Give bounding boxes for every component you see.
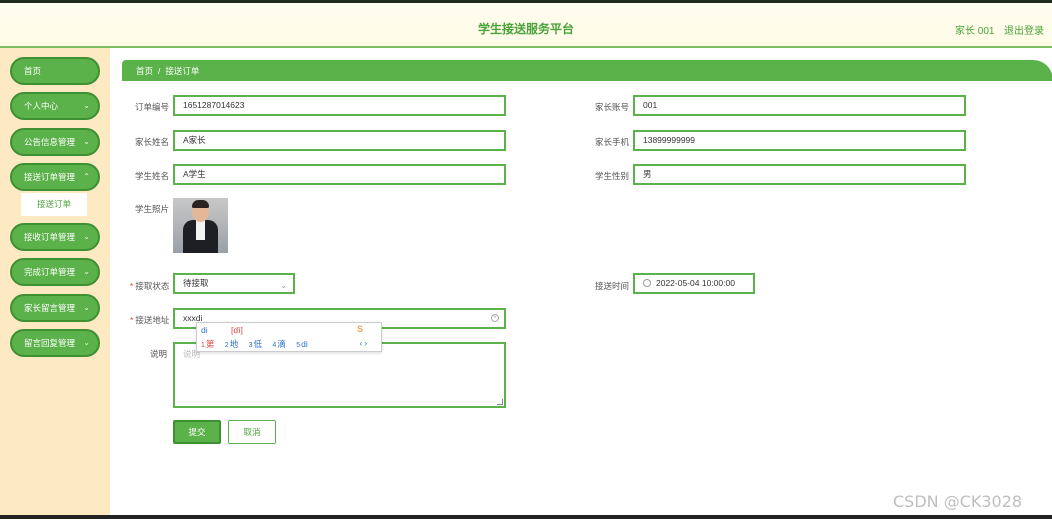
parent-phone-field[interactable]: 13899999999 bbox=[633, 130, 966, 151]
chevron-down-icon: ⌄ bbox=[83, 232, 90, 241]
sidebar-item-announcements[interactable]: 公告信息管理 ⌄ bbox=[10, 128, 100, 156]
student-photo bbox=[173, 198, 228, 253]
chevron-down-icon: ⌄ bbox=[83, 267, 90, 276]
sidebar-item-label: 家长留言管理 bbox=[24, 303, 76, 313]
parent-account-field[interactable]: 001 bbox=[633, 95, 966, 116]
chevron-up-icon: ⌃ bbox=[83, 172, 90, 181]
pickup-time-label: 接送时间 bbox=[595, 281, 630, 291]
chevron-down-icon: ⌄ bbox=[83, 338, 90, 347]
chevron-down-icon: ⌄ bbox=[83, 101, 90, 110]
clear-icon[interactable]: × bbox=[491, 314, 499, 322]
resize-handle[interactable] bbox=[497, 399, 503, 405]
ime-pinyin-tone: [dì] bbox=[231, 325, 243, 335]
taskbar-strip bbox=[0, 515, 1052, 519]
submit-button[interactable]: 提交 bbox=[173, 420, 221, 444]
ime-candidate[interactable]: 3低 bbox=[249, 339, 262, 349]
pickup-address-label: * 接送地址 bbox=[130, 315, 170, 325]
student-gender-label: 学生性别 bbox=[595, 171, 630, 181]
sidebar-item-label: 接送订单管理 bbox=[24, 172, 76, 182]
sidebar-item-label: 公告信息管理 bbox=[24, 137, 76, 147]
sidebar-item-personal-center[interactable]: 个人中心 ⌄ bbox=[10, 92, 100, 120]
ime-candidate[interactable]: 4滴 bbox=[272, 339, 285, 349]
app-title: 学生接送服务平台 bbox=[477, 22, 574, 36]
sidebar-item-completed-orders[interactable]: 完成订单管理 ⌄ bbox=[10, 258, 100, 286]
sidebar-item-received-orders[interactable]: 接收订单管理 ⌄ bbox=[10, 223, 100, 251]
breadcrumb-bar: 首页 / 接送订单 bbox=[122, 60, 1052, 81]
required-mark: * bbox=[130, 281, 134, 291]
pickup-time-value: 2022-05-04 10:00:00 bbox=[656, 278, 735, 288]
sidebar-item-home[interactable]: 首页 bbox=[10, 57, 100, 85]
breadcrumb-separator: / bbox=[158, 66, 161, 76]
sidebar-item-message-replies[interactable]: 留言回复管理 ⌄ bbox=[10, 329, 100, 357]
sidebar-item-label: 完成订单管理 bbox=[24, 267, 76, 277]
sidebar-item-pickup-orders[interactable]: 接送订单管理 ⌃ bbox=[10, 163, 100, 191]
chevron-down-icon: ⌄ bbox=[83, 303, 90, 312]
student-gender-field[interactable]: 男 bbox=[633, 164, 966, 185]
required-mark: * bbox=[130, 315, 134, 325]
ime-candidate[interactable]: 2地 bbox=[225, 339, 238, 349]
ime-logo-icon: S bbox=[357, 324, 364, 334]
sidebar-subitem-pickup-order[interactable]: 接送订单 bbox=[21, 193, 87, 216]
remark-label: 说明 bbox=[150, 349, 168, 359]
ime-page-nav[interactable]: ‹ › bbox=[359, 339, 367, 348]
ime-candidate[interactable]: 1第 bbox=[201, 339, 214, 349]
logout-link[interactable]: 退出登录 bbox=[1004, 22, 1044, 37]
top-header: 学生接送服务平台 家长 001 退出登录 bbox=[0, 0, 1052, 48]
clock-icon bbox=[643, 279, 651, 287]
student-name-label: 学生姓名 bbox=[135, 171, 170, 181]
student-photo-label: 学生照片 bbox=[135, 204, 170, 214]
pickup-status-select[interactable]: 待接取 ⌄ bbox=[173, 273, 295, 294]
current-user: 家长 001 bbox=[955, 26, 995, 37]
parent-name-label: 家长姓名 bbox=[135, 137, 170, 147]
order-no-label: 订单编号 bbox=[135, 102, 170, 112]
breadcrumb-current: 接送订单 bbox=[165, 66, 200, 76]
ime-candidates: 1第 2地 3低 4滴 5di bbox=[201, 338, 316, 350]
student-name-field[interactable]: A学生 bbox=[173, 164, 506, 185]
sidebar: 首页 个人中心 ⌄ 公告信息管理 ⌄ 接送订单管理 ⌃ 接送订单 接收订单管理 … bbox=[0, 48, 110, 519]
sidebar-item-label: 留言回复管理 bbox=[24, 338, 76, 348]
chevron-down-icon: ⌄ bbox=[83, 137, 90, 146]
ime-candidate-popup: di [dì] S 1第 2地 3低 4滴 5di ‹ › bbox=[196, 322, 382, 352]
pickup-status-label: * 接取状态 bbox=[130, 281, 170, 291]
sidebar-item-label: 个人中心 bbox=[24, 101, 59, 111]
watermark: CSDN @CK3028 bbox=[893, 492, 1023, 511]
parent-name-field[interactable]: A家长 bbox=[173, 130, 506, 151]
parent-account-label: 家长账号 bbox=[595, 102, 630, 112]
pickup-status-value: 待接取 bbox=[183, 278, 209, 288]
pickup-time-picker[interactable]: 2022-05-04 10:00:00 bbox=[633, 273, 755, 294]
parent-phone-label: 家长手机 bbox=[595, 137, 630, 147]
chevron-down-icon: ⌄ bbox=[280, 281, 287, 290]
ime-candidate[interactable]: 5di bbox=[296, 339, 308, 349]
breadcrumb-home[interactable]: 首页 bbox=[136, 66, 153, 76]
breadcrumb: 首页 / 接送订单 bbox=[136, 65, 199, 77]
order-no-field[interactable]: 1651287014623 bbox=[173, 95, 506, 116]
sidebar-item-label: 首页 bbox=[24, 66, 42, 76]
ime-pinyin: di bbox=[201, 325, 208, 335]
sidebar-item-parent-messages[interactable]: 家长留言管理 ⌄ bbox=[10, 294, 100, 322]
cancel-button[interactable]: 取消 bbox=[228, 420, 276, 444]
sidebar-item-label: 接收订单管理 bbox=[24, 232, 76, 242]
